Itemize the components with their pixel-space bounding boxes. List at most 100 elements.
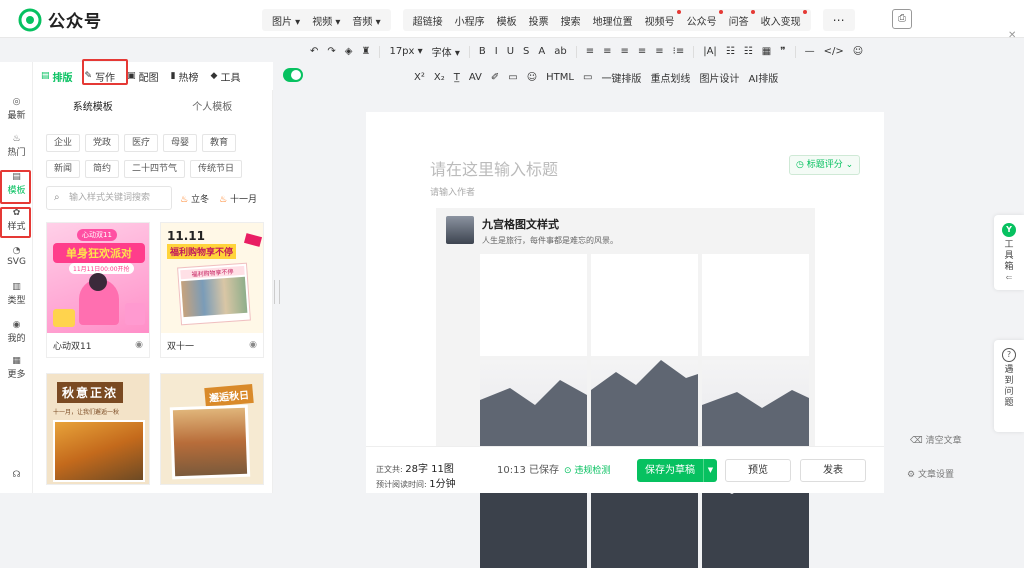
- toolbar-button[interactable]: ✐: [491, 72, 499, 83]
- category-chip[interactable]: 教育: [202, 134, 237, 152]
- menu-item-insert-8[interactable]: 问答: [723, 9, 755, 28]
- category-chip[interactable]: 母婴: [163, 134, 198, 152]
- toolbar-button[interactable]: 图片设计: [699, 70, 739, 85]
- toolbar-button[interactable]: X²: [414, 72, 425, 83]
- toolbar-button[interactable]: 重点划线: [650, 70, 690, 85]
- tab-4[interactable]: ◆ 工具: [211, 69, 241, 84]
- menu-item-insert-5[interactable]: 地理位置: [587, 13, 639, 28]
- template-card[interactable]: 心动双11 单身狂欢派对 11月11日00:00开抢 心动双11 ◉: [46, 222, 150, 358]
- toolbar-button[interactable]: AV: [469, 72, 482, 83]
- article-settings-button[interactable]: ⚙ 文章设置: [907, 467, 954, 480]
- toolbar-button[interactable]: ≡: [603, 46, 611, 57]
- toolbar-button[interactable]: ☺: [853, 46, 863, 57]
- toolbar-button[interactable]: ▭: [583, 72, 592, 83]
- toolbar-button[interactable]: ↷: [327, 46, 335, 57]
- toolbar-button[interactable]: —: [805, 46, 815, 57]
- toolbar-button[interactable]: ▦: [762, 46, 771, 57]
- grid-image-2[interactable]: [591, 254, 698, 356]
- grid-image-3[interactable]: [702, 254, 809, 356]
- chevron-down-icon[interactable]: ▼: [703, 459, 717, 482]
- toolbar-button[interactable]: ≡: [655, 46, 663, 57]
- rail-item-热门[interactable]: ♨ 热门: [0, 134, 33, 158]
- menu-item-1[interactable]: 视频 ▾: [306, 13, 346, 28]
- category-chip[interactable]: 党政: [85, 134, 120, 152]
- save-draft-button[interactable]: 保存为草稿 ▼: [637, 459, 717, 482]
- toolbar-button[interactable]: T̲: [454, 72, 460, 83]
- toolbar-button[interactable]: |A|: [703, 46, 717, 57]
- toolbar-button[interactable]: ab: [554, 46, 566, 57]
- rail-item-最新[interactable]: ◎ 最新: [0, 97, 33, 121]
- toolbar-button[interactable]: ♜: [361, 46, 370, 57]
- menu-item-insert-4[interactable]: 搜索: [555, 13, 587, 28]
- toolbar-button[interactable]: ▭: [508, 72, 517, 83]
- toolbar-button[interactable]: ⁝≡: [673, 46, 685, 57]
- template-card[interactable]: 11.11 福利购物享不停 福利购物享不停 双十一 ◉: [160, 222, 264, 358]
- rail-item-SVG[interactable]: ◔ SVG: [0, 246, 33, 267]
- toolbar-button[interactable]: B: [479, 46, 486, 57]
- toolbar-button[interactable]: U: [507, 46, 514, 57]
- preview-eye-icon[interactable]: ◉: [135, 340, 143, 350]
- rail-item-更多[interactable]: ▦ 更多: [0, 356, 33, 380]
- more-icon[interactable]: ⋯: [827, 13, 851, 27]
- tab-3[interactable]: ▮ 热榜: [171, 69, 199, 84]
- grid-image-1[interactable]: [480, 254, 587, 356]
- menu-item-insert-1[interactable]: 小程序: [449, 13, 491, 28]
- preview-button[interactable]: 预览: [725, 459, 791, 482]
- tab-2[interactable]: ▣ 配图: [127, 69, 159, 84]
- menu-item-insert-3[interactable]: 投票: [523, 13, 555, 28]
- toolbar-button[interactable]: 一键排版: [601, 70, 641, 85]
- category-chip[interactable]: 医疗: [124, 134, 159, 152]
- toolbar-button[interactable]: ◈: [345, 46, 353, 57]
- rail-item-我的[interactable]: ◉ 我的: [0, 320, 33, 344]
- category-chip[interactable]: 传统节日: [190, 160, 243, 178]
- toolbar-button[interactable]: ↶: [310, 46, 318, 57]
- preview-eye-icon[interactable]: ◉: [249, 340, 257, 350]
- toolbar-button[interactable]: I: [495, 46, 498, 57]
- clear-article-button[interactable]: ⌫ 清空文章: [910, 433, 962, 446]
- hot-tag-2[interactable]: ♨ 十一月: [219, 192, 257, 205]
- menu-item-2[interactable]: 音频 ▾: [346, 13, 386, 28]
- category-chip[interactable]: 简约: [85, 160, 120, 178]
- template-card[interactable]: 邂逅秋日: [160, 373, 264, 485]
- document-icon[interactable]: ⎙: [892, 9, 912, 29]
- title-input[interactable]: 请在这里输入标题: [430, 156, 558, 180]
- toolbar-button[interactable]: ☺: [527, 72, 537, 83]
- panel-resize-handle[interactable]: [274, 280, 280, 304]
- toolbar-button[interactable]: ≡: [586, 46, 594, 57]
- menu-item-insert-2[interactable]: 模板: [491, 13, 523, 28]
- rail-item-类型[interactable]: ▥ 类型: [0, 282, 33, 306]
- toolbar-button[interactable]: ≡: [638, 46, 646, 57]
- template-card[interactable]: 秋意正浓 十一月，让我们邂逅一秋: [46, 373, 150, 485]
- category-chip[interactable]: 新闻: [46, 160, 81, 178]
- template-search-input[interactable]: ⌕ 输入样式关键词搜索: [46, 186, 172, 210]
- subtab-system[interactable]: 系统模板: [33, 98, 153, 113]
- feature-toggle[interactable]: [283, 68, 303, 82]
- title-score-button[interactable]: ◷ 标题评分 ⌄: [789, 155, 861, 175]
- toolbar-button[interactable]: A: [538, 46, 545, 57]
- close-icon[interactable]: ✕: [1008, 30, 1016, 41]
- menu-item-insert-9[interactable]: 收入变现: [755, 9, 807, 28]
- toolbar-button[interactable]: 字体 ▾: [432, 44, 460, 59]
- hot-tag-1[interactable]: ♨ 立冬: [180, 192, 209, 205]
- author-input[interactable]: 请输入作者: [430, 185, 475, 198]
- toolbar-button[interactable]: 17px ▾: [389, 46, 422, 57]
- toolbar-button[interactable]: X₂: [434, 72, 445, 83]
- publish-button[interactable]: 发表: [800, 459, 866, 482]
- category-chip[interactable]: 二十四节气: [124, 160, 186, 178]
- subtab-personal[interactable]: 个人模板: [153, 98, 273, 113]
- menu-item-insert-6[interactable]: 视频号: [639, 9, 681, 28]
- menu-item-0[interactable]: 图片 ▾: [266, 13, 306, 28]
- toolbar-button[interactable]: </>: [824, 46, 844, 57]
- violation-check-button[interactable]: ⊙ 违规检测: [564, 463, 610, 476]
- toolbox-button[interactable]: Y 工具箱 ⇐: [994, 215, 1024, 290]
- toolbar-button[interactable]: ❞: [780, 46, 785, 57]
- category-chip[interactable]: 企业: [46, 134, 81, 152]
- toolbar-button[interactable]: ☷: [726, 46, 735, 57]
- rail-item-support[interactable]: ☊: [0, 470, 33, 481]
- menu-item-insert-0[interactable]: 超链接: [407, 13, 449, 28]
- help-button[interactable]: ? 遇到问题: [994, 340, 1024, 432]
- toolbar-button[interactable]: ≡: [620, 46, 628, 57]
- tab-0[interactable]: ▤ 排版: [41, 69, 73, 84]
- toolbar-button[interactable]: AI排版: [748, 70, 778, 85]
- app-logo[interactable]: 公众号: [18, 7, 102, 32]
